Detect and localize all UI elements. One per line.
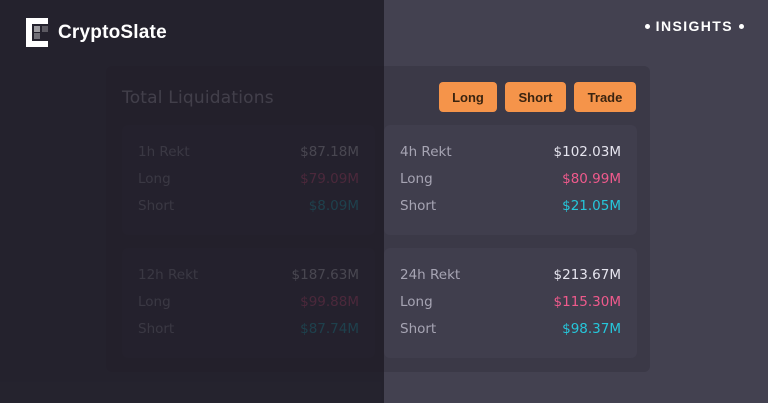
liquidation-card-1h: 1h Rekt $87.18M Long $79.09M Short $8.09… bbox=[122, 125, 375, 235]
liquidation-card-4h: 4h Rekt $102.03M Long $80.99M Short $21.… bbox=[384, 125, 637, 235]
short-value: $8.09M bbox=[308, 198, 359, 214]
short-label: Short bbox=[138, 198, 175, 214]
panel-title: Total Liquidations bbox=[122, 88, 274, 108]
long-row: Long $115.30M bbox=[400, 294, 621, 312]
period-label: 12h Rekt bbox=[138, 267, 199, 283]
brand-name: CryptoSlate bbox=[58, 21, 167, 43]
period-label: 4h Rekt bbox=[400, 144, 452, 160]
long-value: $79.09M bbox=[300, 171, 359, 187]
bullet-icon bbox=[739, 23, 744, 29]
total-row: 12h Rekt $187.63M bbox=[138, 267, 359, 285]
period-label: 1h Rekt bbox=[138, 144, 190, 160]
short-row: Short $8.09M bbox=[138, 198, 359, 216]
long-label: Long bbox=[138, 171, 171, 187]
long-value: $115.30M bbox=[553, 294, 621, 310]
short-button[interactable]: Short bbox=[505, 82, 566, 112]
short-row: Short $87.74M bbox=[138, 321, 359, 339]
short-row: Short $21.05M bbox=[400, 198, 621, 216]
liquidation-card-24h: 24h Rekt $213.67M Long $115.30M Short $9… bbox=[384, 248, 637, 358]
insights-badge: INSIGHTS bbox=[639, 18, 750, 34]
total-row: 4h Rekt $102.03M bbox=[400, 144, 621, 162]
long-value: $80.99M bbox=[562, 171, 621, 187]
total-value: $102.03M bbox=[553, 144, 621, 160]
long-row: Long $80.99M bbox=[400, 171, 621, 189]
long-label: Long bbox=[400, 294, 433, 310]
total-row: 1h Rekt $87.18M bbox=[138, 144, 359, 162]
brand: CryptoSlate bbox=[26, 18, 167, 47]
long-label: Long bbox=[400, 171, 433, 187]
short-label: Short bbox=[400, 321, 437, 337]
long-row: Long $79.09M bbox=[138, 171, 359, 189]
short-value: $98.37M bbox=[562, 321, 621, 337]
short-value: $21.05M bbox=[562, 198, 621, 214]
liquidation-card-12h: 12h Rekt $187.63M Long $99.88M Short $87… bbox=[122, 248, 375, 358]
bullet-icon bbox=[644, 23, 650, 29]
cryptoslate-logo-icon bbox=[26, 18, 48, 47]
total-value: $213.67M bbox=[553, 267, 621, 283]
trade-button[interactable]: Trade bbox=[574, 82, 636, 112]
total-value: $187.63M bbox=[291, 267, 359, 283]
short-label: Short bbox=[400, 198, 437, 214]
total-value: $87.18M bbox=[300, 144, 359, 160]
long-button[interactable]: Long bbox=[439, 82, 497, 112]
long-value: $99.88M bbox=[300, 294, 359, 310]
short-value: $87.74M bbox=[300, 321, 359, 337]
long-label: Long bbox=[138, 294, 171, 310]
short-row: Short $98.37M bbox=[400, 321, 621, 339]
insights-label: INSIGHTS bbox=[655, 18, 733, 34]
period-label: 24h Rekt bbox=[400, 267, 461, 283]
total-row: 24h Rekt $213.67M bbox=[400, 267, 621, 285]
long-row: Long $99.88M bbox=[138, 294, 359, 312]
short-label: Short bbox=[138, 321, 175, 337]
